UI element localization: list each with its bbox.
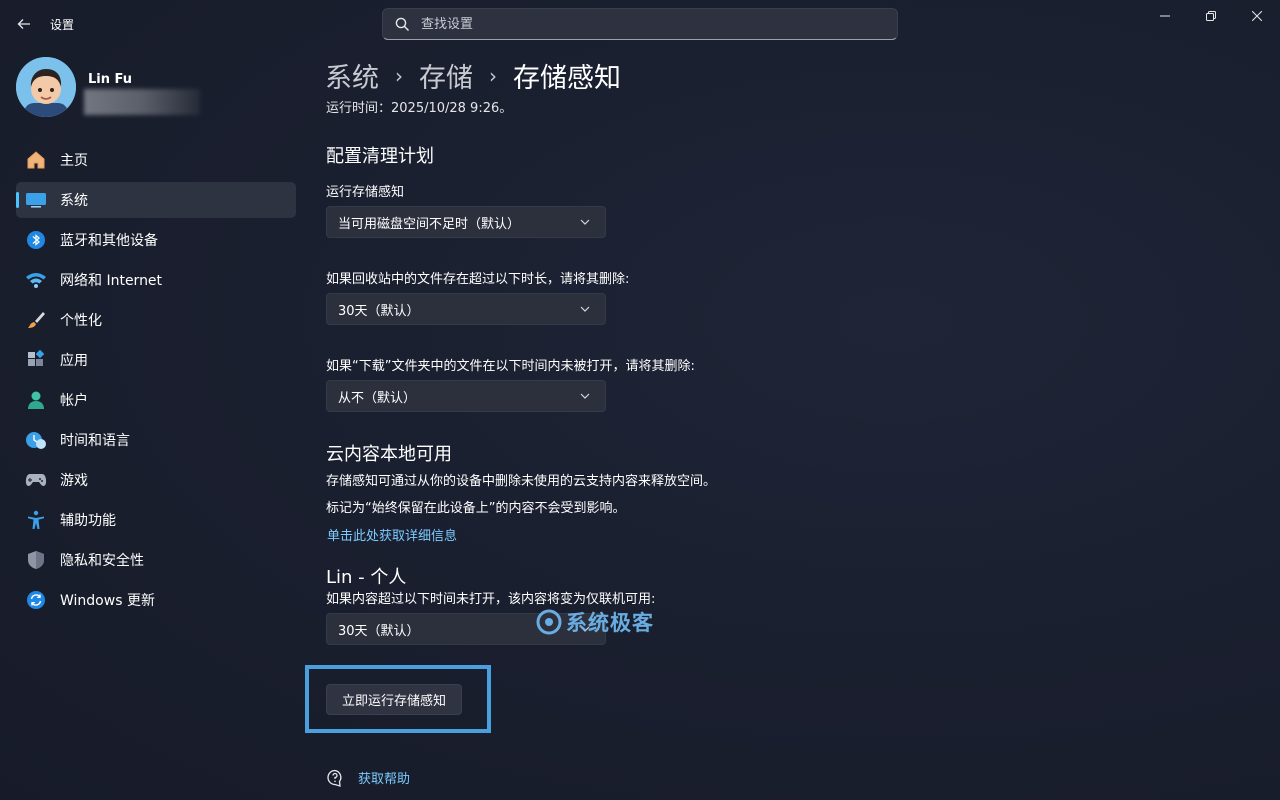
cloud-description-1: 存储感知可通过从你的设备中删除未使用的云支持内容来释放空间。	[326, 474, 717, 489]
watermark: 系统极客	[536, 607, 654, 637]
restore-button[interactable]	[1188, 0, 1234, 32]
title-bar: 设置	[0, 0, 1280, 48]
window-controls	[1142, 0, 1280, 32]
run-storage-sense-now-button[interactable]: 立即运行存储感知	[326, 684, 462, 715]
breadcrumb-item-system[interactable]: 系统	[325, 56, 379, 95]
dropdown-value: 当可用磁盘空间不足时（默认）	[338, 216, 521, 232]
wifi-icon	[24, 268, 48, 292]
sidebar-item-label: 蓝牙和其他设备	[60, 233, 158, 249]
downloads-label: 如果“下载”文件夹中的文件在以下时间内未被打开，请将其删除:	[326, 359, 695, 374]
sidebar-item-label: 个性化	[60, 313, 102, 329]
breadcrumb-separator: ›	[489, 63, 497, 88]
sidebar-item-network[interactable]: 网络和 Internet	[16, 262, 296, 298]
cloud-description-2: 标记为“始终保留在此设备上”的内容不会受到影响。	[326, 501, 626, 516]
sidebar-item-apps[interactable]: 应用	[16, 342, 296, 378]
downloads-dropdown[interactable]: 从不（默认）	[326, 380, 606, 412]
sidebar-item-label: Windows 更新	[60, 593, 155, 609]
onedrive-label: 如果内容超过以下时间未打开，该内容将变为仅联机可用:	[326, 592, 656, 607]
user-name: Lin Fu	[88, 72, 133, 87]
search-input[interactable]	[421, 16, 861, 32]
home-icon	[24, 148, 48, 172]
minimize-icon	[1160, 15, 1170, 17]
sidebar-item-windows-update[interactable]: Windows 更新	[16, 582, 296, 618]
schedule-heading: 配置清理计划	[326, 146, 434, 167]
breadcrumb-item-storage[interactable]: 存储	[419, 56, 473, 95]
dropdown-value: 从不（默认）	[338, 390, 417, 406]
watermark-text: 系统极客	[566, 611, 654, 635]
sidebar-item-label: 隐私和安全性	[60, 553, 144, 569]
chevron-down-icon	[579, 303, 591, 315]
search-icon	[395, 16, 411, 32]
learn-more-link[interactable]: 单击此处获取详细信息	[327, 525, 457, 544]
sidebar-item-label: 时间和语言	[60, 433, 130, 449]
help-chat-icon	[326, 769, 344, 787]
onedrive-account-heading: Lin - 个人	[326, 567, 407, 588]
sidebar-nav: 主页 系统 蓝牙和其他设备 网络和 Internet 个性化 应用 帐户 时间和…	[16, 142, 296, 622]
breadcrumb: 系统 › 存储 › 存储感知	[325, 56, 621, 95]
recycle-bin-dropdown[interactable]: 30天（默认）	[326, 293, 606, 325]
cloud-content-heading: 云内容本地可用	[326, 444, 452, 465]
sidebar-item-label: 帐户	[60, 393, 88, 409]
recycle-bin-label: 如果回收站中的文件存在超过以下时长，请将其删除:	[326, 272, 630, 287]
watermark-logo-icon	[536, 609, 562, 635]
close-button[interactable]	[1234, 0, 1280, 32]
get-help-label: 获取帮助	[358, 772, 411, 787]
apps-icon	[24, 348, 48, 372]
page-title: 存储感知	[513, 63, 621, 94]
breadcrumb-separator: ›	[395, 63, 403, 88]
time-language-icon	[24, 428, 48, 452]
chevron-down-icon	[579, 216, 591, 228]
brush-icon	[24, 308, 48, 332]
restore-icon	[1206, 11, 1216, 21]
run-storage-sense-label: 运行存储感知	[326, 185, 405, 200]
sidebar-item-gaming[interactable]: 游戏	[16, 462, 296, 498]
sidebar-item-privacy[interactable]: 隐私和安全性	[16, 542, 296, 578]
sidebar-item-label: 网络和 Internet	[60, 273, 163, 289]
sidebar-item-label: 应用	[60, 353, 88, 369]
sidebar-item-system[interactable]: 系统	[16, 182, 296, 218]
back-arrow-icon	[17, 19, 30, 29]
sidebar-item-personalization[interactable]: 个性化	[16, 302, 296, 338]
back-button[interactable]	[10, 12, 38, 36]
dropdown-value: 30天（默认）	[338, 303, 420, 319]
chevron-down-icon	[579, 390, 591, 402]
shield-icon	[24, 548, 48, 572]
redacted-email	[84, 89, 200, 115]
sidebar-item-label: 游戏	[60, 473, 88, 489]
sidebar-item-home[interactable]: 主页	[16, 142, 296, 178]
bluetooth-icon	[24, 228, 48, 252]
get-help-link[interactable]: 获取帮助	[326, 768, 410, 787]
app-title: 设置	[50, 18, 75, 32]
close-icon	[1252, 11, 1262, 21]
system-icon	[24, 188, 48, 212]
update-icon	[24, 588, 48, 612]
sidebar-item-bluetooth[interactable]: 蓝牙和其他设备	[16, 222, 296, 258]
sidebar-item-time-language[interactable]: 时间和语言	[16, 422, 296, 458]
sidebar-item-accessibility[interactable]: 辅助功能	[16, 502, 296, 538]
avatar	[16, 57, 76, 117]
sidebar-item-accounts[interactable]: 帐户	[16, 382, 296, 418]
gamepad-icon	[24, 468, 48, 492]
run-storage-sense-dropdown[interactable]: 当可用磁盘空间不足时（默认）	[326, 206, 606, 238]
sidebar-item-label: 辅助功能	[60, 513, 116, 529]
search-box[interactable]	[382, 8, 898, 40]
account-icon	[24, 388, 48, 412]
minimize-button[interactable]	[1142, 0, 1188, 32]
last-run-time: 运行时间：2025/10/28 9:26。	[326, 101, 513, 116]
sidebar-item-label: 主页	[60, 153, 88, 169]
sidebar-item-label: 系统	[60, 193, 88, 209]
accessibility-icon	[24, 508, 48, 532]
